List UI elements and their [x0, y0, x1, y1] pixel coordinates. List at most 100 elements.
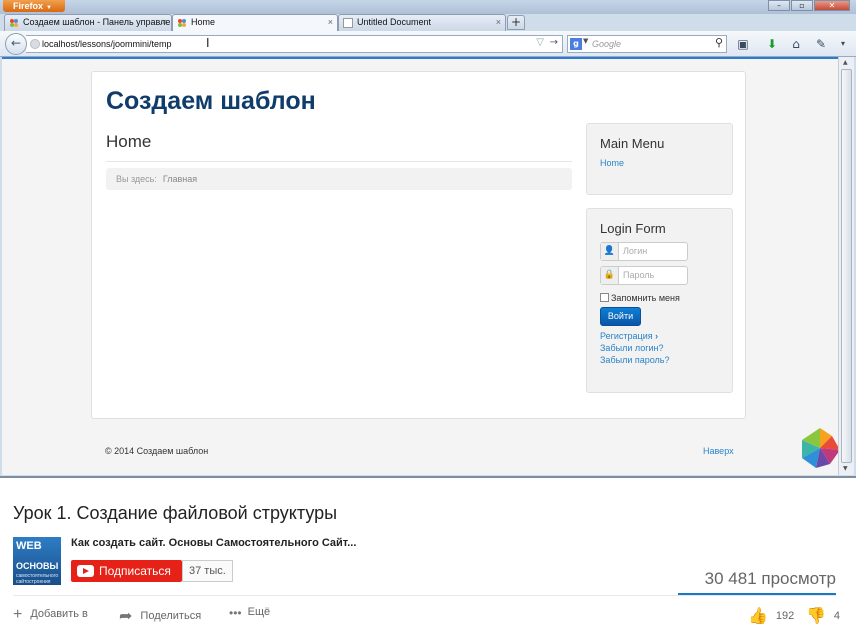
avatar-text: ОСНОВЫ [16, 561, 59, 571]
close-window-button[interactable]: ✕ [814, 0, 850, 11]
breadcrumb-item: Главная [162, 174, 198, 184]
browser-window: Firefox ▼ – ▫ ✕ Создаем шаблон - Панель у… [0, 0, 856, 478]
page-menu-icon[interactable]: ▣ [734, 36, 752, 52]
divider [13, 595, 836, 596]
module-title: Login Form [600, 221, 666, 236]
dislike-button[interactable]: 👎 4 [806, 606, 840, 626]
add-to-label: Добавить в [30, 608, 88, 620]
firefox-menu-label: Firefox [13, 1, 44, 11]
remember-me-checkbox[interactable]: Запомнить меня [600, 293, 680, 303]
breadcrumb: Вы здесь: Главная [106, 168, 572, 190]
thumbs-up-icon: 👍 [748, 608, 768, 625]
password-field[interactable]: 🔒 Пароль [600, 266, 688, 285]
forgot-login-link[interactable]: Забыли логин? [600, 343, 664, 353]
tab-label: Home [191, 17, 216, 27]
url-bar[interactable]: localhost/lessons/joommini/temp I ▽ → [26, 35, 563, 53]
close-icon[interactable]: × [328, 15, 333, 30]
url-text[interactable]: localhost/lessons/joommini/temp [42, 38, 172, 50]
text-cursor-icon: I [206, 36, 210, 50]
navigation-bar: localhost/lessons/joommini/temp I ▽ → ← … [0, 31, 856, 57]
video-info-panel: Урок 1. Создание файловой структуры WEB … [0, 480, 856, 639]
tab-untitled-document[interactable]: Untitled Document × [338, 14, 506, 31]
subscribe-button[interactable]: Подписаться [71, 560, 182, 582]
menu-item-home[interactable]: Home [600, 158, 624, 168]
tab-joomla-admin[interactable]: Создаем шаблон - Панель управле... × [4, 14, 172, 31]
forgot-password-link[interactable]: Забыли пароль? [600, 355, 669, 365]
title-bar: Firefox ▼ – ▫ ✕ [0, 0, 856, 14]
avatar-text: WEB [16, 540, 42, 552]
page-title: Home [106, 132, 152, 151]
go-arrow-icon[interactable]: → [550, 37, 558, 48]
page-viewport: Создаем шаблон Home Вы здесь: Главная Mai… [2, 57, 838, 475]
share-button[interactable]: ➦ Поделиться [119, 606, 201, 626]
main-menu-module: Main Menu Home [586, 123, 733, 195]
add-to-button[interactable]: + Добавить в [13, 606, 88, 624]
module-title: Main Menu [600, 136, 665, 151]
chevron-down-icon: ▼ [46, 5, 52, 11]
lock-icon: 🔒 [601, 267, 619, 284]
search-bar[interactable]: g ▼ Google ⚲ [567, 35, 727, 53]
pinwheel-logo-icon [802, 428, 838, 468]
joomla-icon [10, 19, 18, 27]
globe-icon [30, 39, 40, 49]
more-button[interactable]: ••• Ещё [229, 606, 270, 620]
overflow-icon[interactable]: ▾ [834, 36, 852, 52]
like-count: 192 [775, 610, 795, 622]
google-icon[interactable]: g [570, 38, 582, 50]
chevron-down-icon[interactable]: ▼ [583, 37, 588, 45]
register-link[interactable]: Регистрация › [600, 331, 658, 341]
joomla-icon [178, 19, 186, 27]
password-placeholder: Пароль [623, 270, 655, 280]
youtube-icon [77, 565, 94, 577]
register-label: Регистрация [600, 331, 653, 341]
scrollbar-thumb[interactable] [841, 69, 852, 463]
avatar-text: самостоятельного сайтостроения [16, 573, 59, 585]
divider [106, 161, 572, 162]
search-placeholder: Google [592, 39, 622, 49]
share-arrow-icon: ➦ [119, 608, 133, 625]
login-button[interactable]: Войти [600, 307, 641, 326]
like-button[interactable]: 👍 192 [748, 606, 794, 626]
footer-copyright: © 2014 Создаем шаблон [105, 446, 209, 456]
dislike-count: 4 [833, 610, 841, 622]
view-count: 30 481 просмотр [704, 569, 836, 588]
username-field[interactable]: 👤 Логин [600, 242, 688, 261]
bookmarks-icon[interactable]: ✎ [812, 36, 830, 52]
tab-strip: Создаем шаблон - Панель управле... × Hom… [0, 14, 856, 31]
dropdown-arrow-icon[interactable]: ▽ [536, 37, 544, 48]
plus-icon: + [13, 606, 23, 623]
back-to-top-link[interactable]: Наверх [703, 446, 734, 456]
site-container: Создаем шаблон Home Вы здесь: Главная Mai… [91, 71, 746, 419]
new-tab-button[interactable]: + [507, 15, 525, 30]
remember-label: Запомнить меня [611, 293, 680, 303]
firefox-menu-button[interactable]: Firefox ▼ [3, 0, 65, 12]
scroll-down-icon[interactable]: ▼ [843, 465, 848, 472]
close-icon[interactable]: × [162, 15, 167, 30]
channel-avatar[interactable]: WEB ОСНОВЫ самостоятельного сайтостроени… [13, 537, 61, 585]
home-icon[interactable]: ⌂ [787, 36, 805, 52]
subscriber-count: 37 тыс. [182, 560, 233, 582]
username-placeholder: Логин [623, 246, 648, 256]
close-icon[interactable]: × [496, 15, 501, 30]
tab-home[interactable]: Home × [172, 14, 338, 31]
checkbox[interactable] [600, 293, 609, 302]
share-label: Поделиться [140, 610, 202, 622]
back-button[interactable]: ← [5, 33, 27, 55]
breadcrumb-label: Вы здесь: [116, 174, 157, 184]
user-icon: 👤 [601, 243, 619, 260]
search-icon[interactable]: ⚲ [715, 36, 723, 49]
maximize-button[interactable]: ▫ [791, 0, 813, 11]
vertical-scrollbar[interactable]: ▲ ▼ [838, 57, 854, 475]
chevron-right-icon: › [655, 331, 659, 341]
channel-name-link[interactable]: Как создать сайт. Основы Самостоятельног… [71, 537, 356, 549]
blank-page-icon [343, 18, 353, 28]
scroll-up-icon[interactable]: ▲ [843, 59, 848, 66]
download-icon[interactable]: ⬇ [763, 36, 781, 52]
window-controls: – ▫ ✕ [767, 0, 850, 11]
tab-label: Untitled Document [357, 17, 432, 27]
more-label: Ещё [247, 606, 271, 618]
minimize-button[interactable]: – [768, 0, 790, 11]
thumbs-down-icon: 👎 [806, 608, 826, 625]
subscribe-label: Подписаться [99, 564, 171, 578]
site-brand[interactable]: Создаем шаблон [106, 87, 316, 116]
